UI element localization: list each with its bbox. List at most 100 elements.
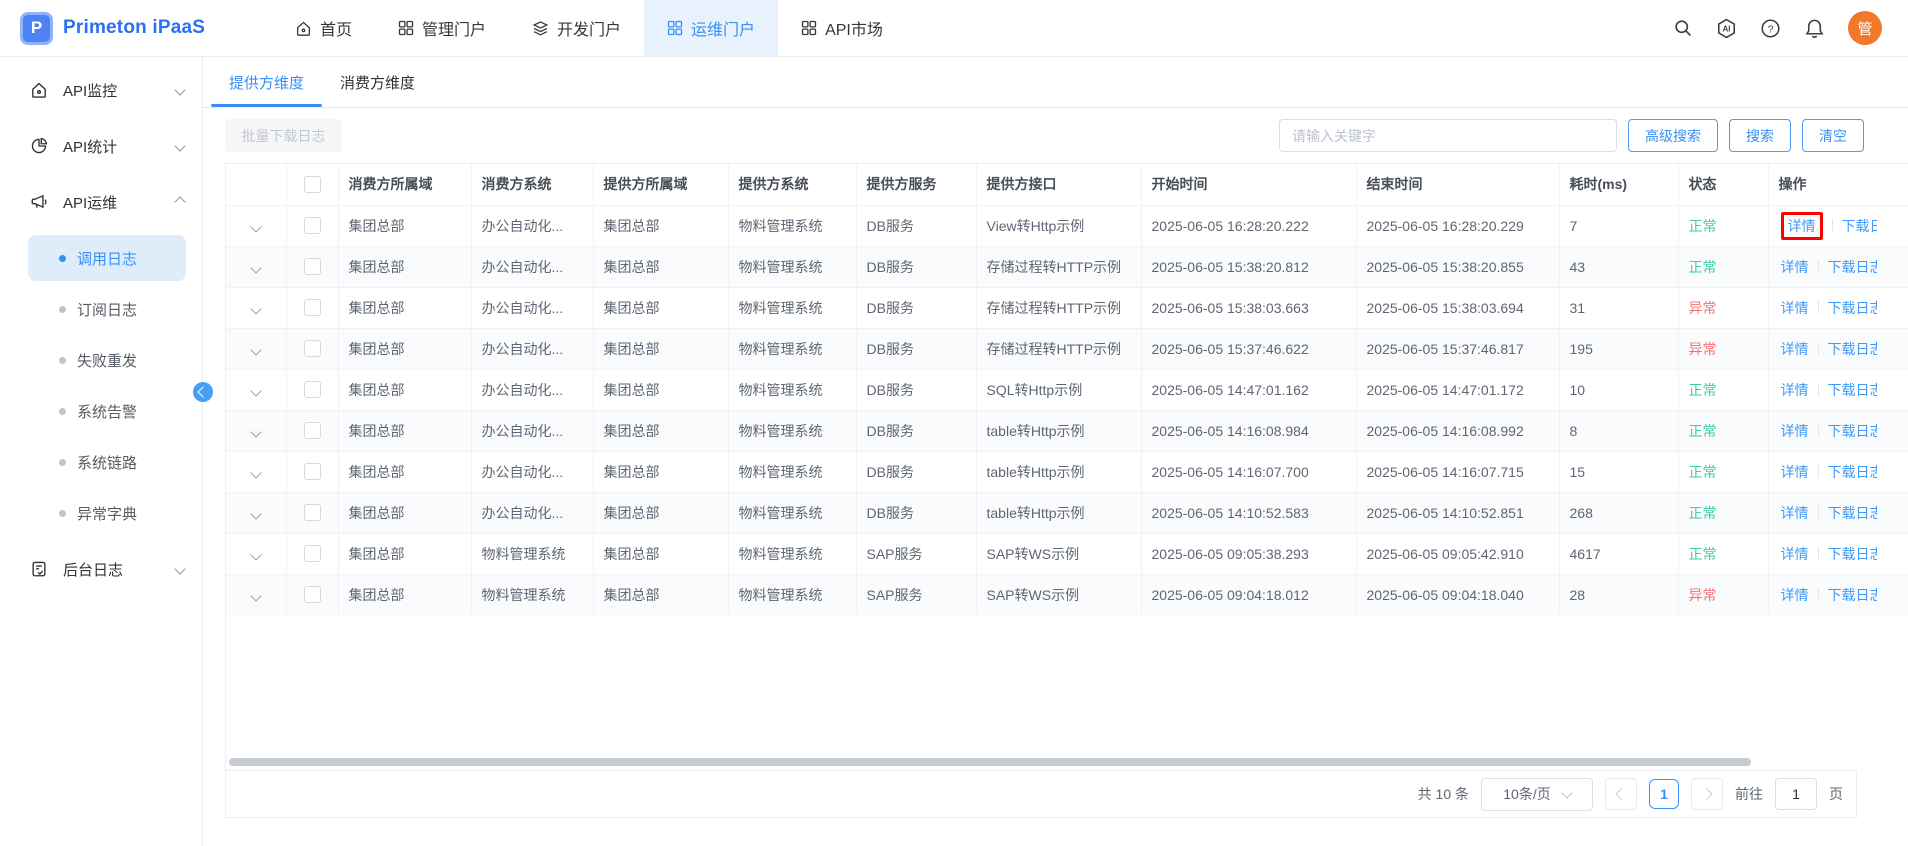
prev-page-button[interactable] xyxy=(1605,778,1637,810)
detail-link[interactable]: 详情 xyxy=(1781,339,1809,359)
download-log-link[interactable]: 下载日志 xyxy=(1828,421,1877,441)
row-expand-icon[interactable] xyxy=(250,549,261,560)
main-content: 提供方维度消费方维度 批量下载日志 高级搜索 搜索 清空 消费方所属域消费方系统… xyxy=(203,57,1908,846)
cell-cost-ms: 31 xyxy=(1559,287,1678,328)
nav-item-2[interactable]: 管理门户 xyxy=(375,0,509,56)
download-log-link[interactable]: 下载日志 xyxy=(1842,216,1877,236)
cell-provider-service: DB服务 xyxy=(856,369,976,410)
cell-provider-domain: 集团总部 xyxy=(593,205,728,246)
dimension-tabs: 提供方维度消费方维度 xyxy=(203,57,1908,108)
detail-link-annotated[interactable]: 详情 xyxy=(1781,212,1823,240)
page-size-select[interactable]: 10条/页 xyxy=(1481,778,1593,811)
sidebar-group-2[interactable]: API统计 xyxy=(0,118,202,174)
row-expand-icon[interactable] xyxy=(250,221,261,232)
cell-consumer-system: 办公自动化... xyxy=(471,451,593,492)
detail-link[interactable]: 详情 xyxy=(1781,503,1809,523)
cell-start-time: 2025-06-05 15:38:03.663 xyxy=(1141,287,1356,328)
cell-expand xyxy=(226,328,286,369)
keyword-search-input[interactable] xyxy=(1279,119,1617,152)
tab-2[interactable]: 消费方维度 xyxy=(322,57,433,107)
table-row: 集团总部办公自动化...集团总部物料管理系统DB服务table转Http示例20… xyxy=(226,451,1908,492)
sidebar-item-1[interactable]: 调用日志 xyxy=(28,235,186,281)
row-expand-icon[interactable] xyxy=(250,508,261,519)
row-checkbox[interactable] xyxy=(304,340,321,357)
cell-consumer-domain: 集团总部 xyxy=(338,205,471,246)
clear-button[interactable]: 清空 xyxy=(1802,119,1864,152)
download-log-link[interactable]: 下载日志 xyxy=(1828,380,1877,400)
detail-link[interactable]: 详情 xyxy=(1781,421,1809,441)
row-expand-icon[interactable] xyxy=(250,426,261,437)
cell-provider-service: DB服务 xyxy=(856,492,976,533)
sidebar-item-2[interactable]: 订阅日志 xyxy=(28,286,186,332)
row-checkbox[interactable] xyxy=(304,504,321,521)
row-checkbox[interactable] xyxy=(304,545,321,562)
row-checkbox[interactable] xyxy=(304,299,321,316)
row-checkbox[interactable] xyxy=(304,258,321,275)
sidebar: API监控API统计API运维调用日志订阅日志失败重发系统告警系统链路异常字典后… xyxy=(0,57,203,846)
sidebar-item-3[interactable]: 失败重发 xyxy=(28,337,186,383)
cell-consumer-system: 办公自动化... xyxy=(471,246,593,287)
download-log-link[interactable]: 下载日志 xyxy=(1828,544,1877,564)
detail-link[interactable]: 详情 xyxy=(1781,298,1809,318)
row-expand-icon[interactable] xyxy=(250,590,261,601)
nav-item-1[interactable]: 首页 xyxy=(272,0,375,56)
goto-page-input[interactable] xyxy=(1775,778,1817,810)
cell-provider-service: SAP服务 xyxy=(856,533,976,574)
nav-item-4[interactable]: 运维门户 xyxy=(644,0,778,56)
row-checkbox[interactable] xyxy=(304,586,321,603)
detail-link[interactable]: 详情 xyxy=(1781,462,1809,482)
sidebar-group-1[interactable]: API监控 xyxy=(0,62,202,118)
download-log-link[interactable]: 下载日志 xyxy=(1828,462,1877,482)
table-row: 集团总部物料管理系统集团总部物料管理系统SAP服务SAP转WS示例2025-06… xyxy=(226,533,1908,574)
cell-checkbox xyxy=(286,574,338,615)
row-expand-icon[interactable] xyxy=(250,385,261,396)
search-button[interactable]: 搜索 xyxy=(1729,119,1791,152)
row-expand-icon[interactable] xyxy=(250,303,261,314)
detail-link[interactable]: 详情 xyxy=(1781,257,1809,277)
current-page-button[interactable]: 1 xyxy=(1649,779,1679,809)
row-expand-icon[interactable] xyxy=(250,467,261,478)
detail-link[interactable]: 详情 xyxy=(1781,585,1809,605)
download-log-link[interactable]: 下载日志 xyxy=(1828,298,1877,318)
nav-item-3[interactable]: 开发门户 xyxy=(509,0,644,56)
sidebar-item-4[interactable]: 系统告警 xyxy=(28,388,186,434)
row-checkbox[interactable] xyxy=(304,463,321,480)
sidebar-group-4[interactable]: 后台日志 xyxy=(0,541,202,597)
brand: P Primeton iPaaS xyxy=(0,0,250,56)
horizontal-scrollbar[interactable] xyxy=(229,758,1751,766)
top-actions: AI ? 管 xyxy=(1673,0,1908,56)
next-page-button[interactable] xyxy=(1691,778,1723,810)
user-avatar[interactable]: 管 xyxy=(1848,11,1882,45)
detail-link[interactable]: 详情 xyxy=(1781,544,1809,564)
download-log-link[interactable]: 下载日志 xyxy=(1828,339,1877,359)
download-log-link[interactable]: 下载日志 xyxy=(1828,257,1877,277)
row-checkbox[interactable] xyxy=(304,381,321,398)
download-log-link[interactable]: 下载日志 xyxy=(1828,503,1877,523)
select-all-checkbox[interactable] xyxy=(304,176,321,193)
help-icon[interactable]: ? xyxy=(1760,18,1781,39)
row-expand-icon[interactable] xyxy=(250,262,261,273)
nav-item-5[interactable]: API市场 xyxy=(778,0,906,56)
row-checkbox[interactable] xyxy=(304,217,321,234)
sidebar-collapse-toggle[interactable] xyxy=(193,382,213,402)
advanced-search-button[interactable]: 高级搜索 xyxy=(1628,119,1718,152)
ai-assistant-icon[interactable]: AI xyxy=(1716,18,1737,39)
cell-actions: 详情下载日志 xyxy=(1768,246,1908,287)
bullet-dot-icon xyxy=(59,255,66,262)
batch-download-button[interactable]: 批量下载日志 xyxy=(225,119,342,152)
download-log-link[interactable]: 下载日志 xyxy=(1828,585,1877,605)
cell-checkbox xyxy=(286,205,338,246)
row-checkbox[interactable] xyxy=(304,422,321,439)
home-icon xyxy=(295,20,312,37)
sidebar-group-3[interactable]: API运维 xyxy=(0,174,202,230)
row-expand-icon[interactable] xyxy=(250,344,261,355)
sidebar-item-6[interactable]: 异常字典 xyxy=(28,490,186,536)
cell-expand xyxy=(226,451,286,492)
search-icon[interactable] xyxy=(1673,18,1693,38)
sidebar-item-5[interactable]: 系统链路 xyxy=(28,439,186,485)
tab-1[interactable]: 提供方维度 xyxy=(211,57,322,107)
detail-link[interactable]: 详情 xyxy=(1781,380,1809,400)
cell-end-time: 2025-06-05 14:47:01.172 xyxy=(1356,369,1559,410)
cell-expand xyxy=(226,205,286,246)
notifications-bell-icon[interactable] xyxy=(1804,18,1825,39)
